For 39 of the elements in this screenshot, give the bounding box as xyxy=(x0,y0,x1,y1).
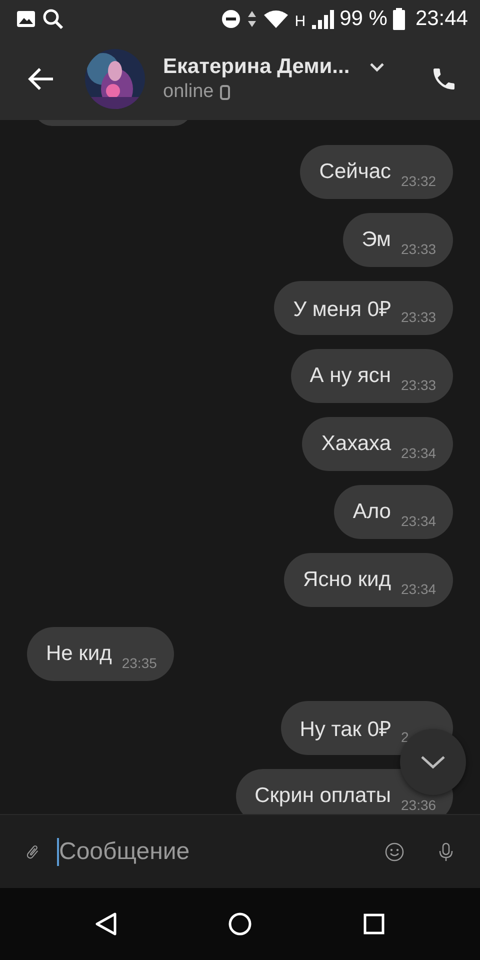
online-status: online xyxy=(163,81,214,103)
message-time: 23:36 xyxy=(401,797,438,813)
gallery-icon xyxy=(16,10,36,28)
search-icon xyxy=(42,8,64,30)
signal-icon xyxy=(312,9,334,29)
wifi-icon xyxy=(262,9,289,29)
message-time: 23:34 xyxy=(401,581,438,597)
back-nav-icon[interactable] xyxy=(95,912,118,936)
chevron-down-icon[interactable] xyxy=(370,62,384,72)
do-not-disturb-icon xyxy=(220,9,241,29)
back-arrow-icon[interactable] xyxy=(27,67,55,91)
message-text: Скрин оплаты xyxy=(254,784,391,808)
network-type: H xyxy=(294,12,306,30)
message-time: 23:33 xyxy=(401,377,438,393)
message-text: Не кид xyxy=(46,642,112,666)
message-text: Ясно кид xyxy=(303,568,391,592)
message-text: Ну так 0₽ xyxy=(300,717,391,742)
home-nav-icon[interactable] xyxy=(228,912,252,936)
message-time: 23:32 xyxy=(401,173,438,189)
message-time: 23:33 xyxy=(401,309,438,325)
message-time: 2 xyxy=(401,729,410,745)
battery-icon xyxy=(393,8,406,30)
message-time: 23:34 xyxy=(401,513,438,529)
battery-percent: 99 % xyxy=(340,7,388,31)
message-text: Сейчас xyxy=(319,160,391,184)
phone-device-icon xyxy=(220,84,230,100)
contact-name[interactable]: Екатерина Деми... xyxy=(163,55,350,79)
message-text: Эм xyxy=(362,228,391,252)
recents-nav-icon[interactable] xyxy=(362,913,385,935)
chevron-down-icon xyxy=(420,755,446,769)
message-text: У меня 0₽ xyxy=(293,297,391,322)
data-arrows-icon xyxy=(246,10,257,28)
message-text: Ало xyxy=(352,500,391,524)
message-text: Хахаха xyxy=(321,432,391,456)
message-time: 23:34 xyxy=(401,445,438,461)
clock: 23:44 xyxy=(415,7,468,31)
message-time: 23:35 xyxy=(122,655,158,671)
message-time: 23:33 xyxy=(401,241,438,257)
message-text: А ну ясн xyxy=(310,364,391,388)
